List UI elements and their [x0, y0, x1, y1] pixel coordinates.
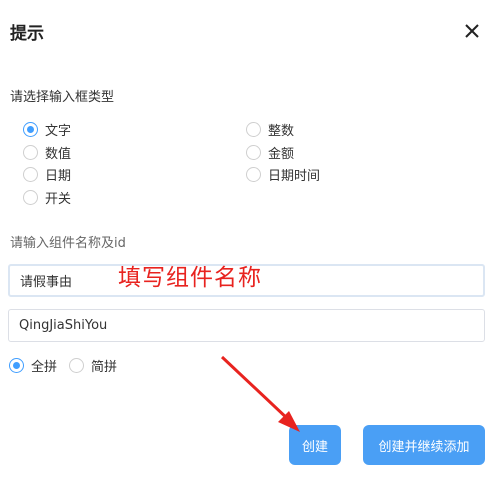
- radio-unselected-icon: [23, 145, 38, 160]
- component-id-input[interactable]: QingJiaShiYou: [8, 309, 485, 342]
- radio-label: 整数: [268, 124, 295, 139]
- dialog-title: 提示: [10, 24, 44, 44]
- radio-integer[interactable]: 整数: [246, 120, 294, 139]
- radio-amount[interactable]: 金额: [246, 143, 294, 162]
- radio-switch[interactable]: 开关: [23, 188, 71, 207]
- radio-unselected-icon: [246, 122, 261, 137]
- radio-text[interactable]: 文字: [23, 120, 71, 139]
- radio-number[interactable]: 数值: [23, 143, 71, 162]
- component-id-value: QingJiaShiYou: [19, 318, 108, 333]
- radio-label: 日期: [45, 169, 72, 184]
- radio-unselected-icon: [23, 190, 38, 205]
- radio-selected-icon: [9, 358, 24, 373]
- radio-label: 全拼: [31, 360, 58, 375]
- input-type-label: 请选择输入框类型: [10, 90, 115, 105]
- annotation-text: 填写组件名称: [118, 265, 262, 291]
- radio-label: 日期时间: [268, 169, 321, 184]
- component-name-label: 请输入组件名称及id: [10, 236, 126, 251]
- create-continue-button[interactable]: 创建并继续添加: [363, 425, 485, 465]
- radio-selected-icon: [23, 122, 38, 137]
- dialog: 提示 请选择输入框类型 文字 整数 数值 金额 日期 日期时间 开关 请输入组件…: [0, 0, 499, 486]
- radio-label: 开关: [45, 192, 72, 207]
- radio-unselected-icon: [69, 358, 84, 373]
- radio-short-pinyin[interactable]: 简拼: [69, 356, 117, 375]
- radio-label: 数值: [45, 147, 72, 162]
- close-icon[interactable]: [462, 21, 482, 41]
- radio-label: 金额: [268, 147, 295, 162]
- component-name-value: 请假事由: [20, 275, 73, 290]
- radio-unselected-icon: [246, 145, 261, 160]
- radio-label: 简拼: [91, 360, 118, 375]
- radio-full-pinyin[interactable]: 全拼: [9, 356, 57, 375]
- radio-label: 文字: [45, 124, 72, 139]
- radio-datetime[interactable]: 日期时间: [246, 165, 320, 184]
- radio-unselected-icon: [246, 167, 261, 182]
- radio-date[interactable]: 日期: [23, 165, 71, 184]
- create-button[interactable]: 创建: [289, 425, 341, 465]
- radio-unselected-icon: [23, 167, 38, 182]
